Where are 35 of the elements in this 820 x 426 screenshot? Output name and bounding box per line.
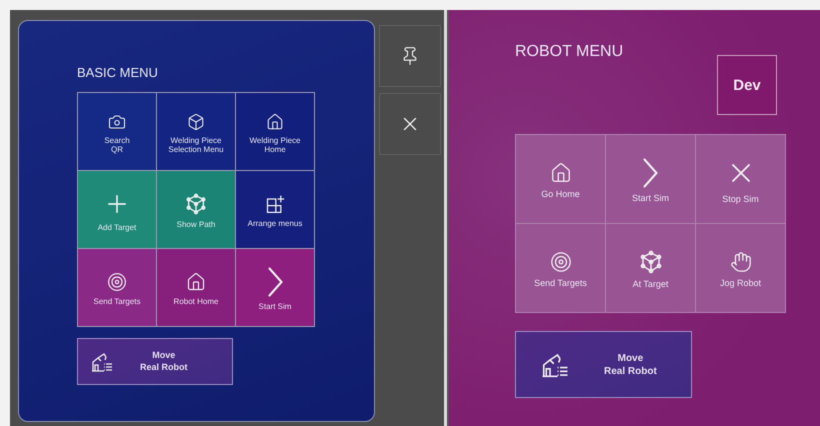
menu-tile[interactable]: Start Sim xyxy=(236,249,314,326)
menu-tile[interactable]: Stop Sim xyxy=(696,135,785,223)
menu-tile[interactable]: Show Path xyxy=(157,171,235,248)
menu-tile[interactable]: Jog Robot xyxy=(696,224,785,312)
move-robot-button[interactable]: Move Real Robot xyxy=(515,331,692,398)
home-icon xyxy=(186,272,206,292)
pin-button[interactable] xyxy=(379,25,441,87)
menu-tile[interactable]: Welding Piece Home xyxy=(236,93,314,170)
menu-tile[interactable]: At Target xyxy=(606,224,695,312)
hand-icon xyxy=(730,251,752,274)
cube-path-icon xyxy=(638,250,662,274)
dev-button[interactable]: Dev xyxy=(717,55,777,115)
cube-icon xyxy=(187,112,205,131)
move-robot-button[interactable]: Move Real Robot xyxy=(77,338,233,385)
menu-title: ROBOT MENU xyxy=(515,43,624,61)
home-icon xyxy=(550,162,572,184)
close-button[interactable] xyxy=(379,93,441,155)
menu-tile[interactable]: Add Target xyxy=(78,171,156,248)
chevron-right-icon xyxy=(643,158,658,188)
menu-tile[interactable]: Go Home xyxy=(516,135,605,223)
home-icon xyxy=(266,112,284,131)
menu-tile[interactable]: Arrange menus xyxy=(236,171,314,248)
menu-tile[interactable]: Search QR xyxy=(78,93,156,170)
menu-tile[interactable]: Welding Piece Selection Menu xyxy=(157,93,235,170)
chevron-right-icon xyxy=(268,267,282,298)
menu-tile[interactable]: Send Targets xyxy=(78,249,156,326)
menu-tile[interactable]: Send Targets xyxy=(516,224,605,312)
cube-path-icon xyxy=(185,193,207,216)
target-icon xyxy=(550,251,572,274)
camera-icon xyxy=(108,112,126,131)
target-icon xyxy=(107,272,127,292)
menu-title: BASIC MENU xyxy=(77,65,159,80)
menu-tile[interactable]: Start Sim xyxy=(606,135,695,223)
menu-tile[interactable]: Robot Home xyxy=(157,249,235,326)
grid-plus-icon xyxy=(265,194,285,214)
